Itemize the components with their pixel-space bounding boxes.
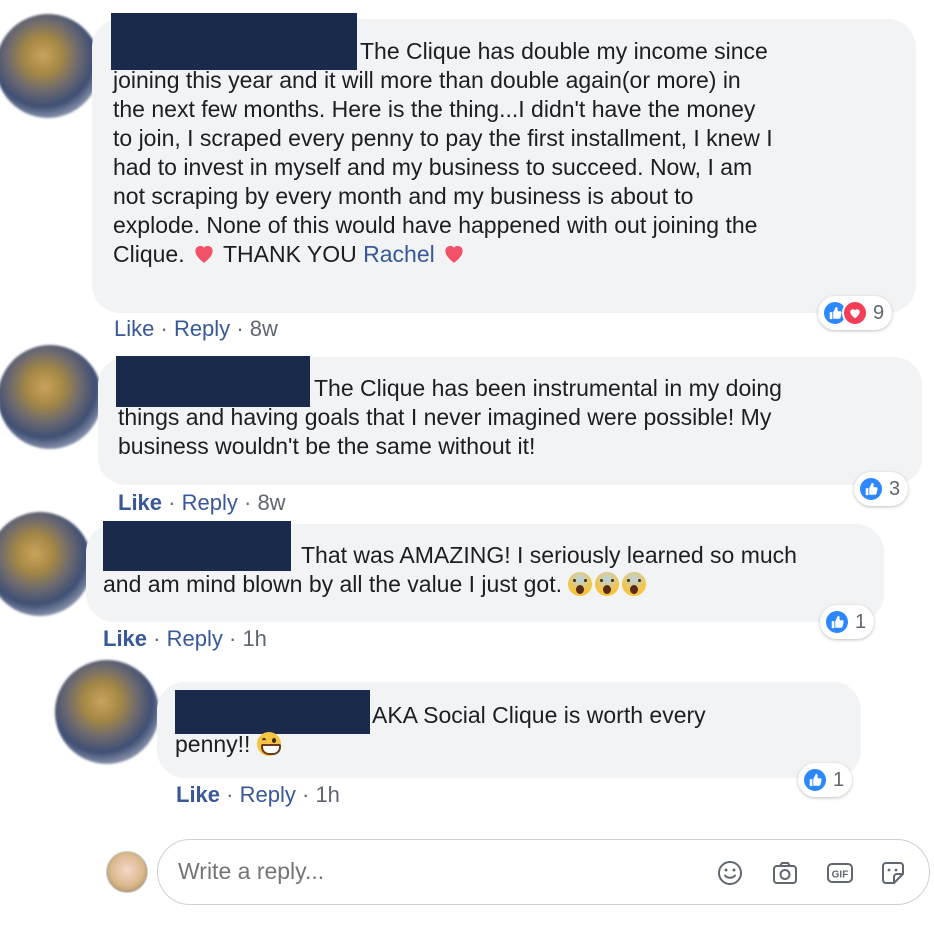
reaction-count: 1 xyxy=(855,610,867,633)
timestamp[interactable]: 8w xyxy=(257,490,285,515)
like-link[interactable]: Like xyxy=(118,490,162,515)
like-reaction-icon xyxy=(824,609,850,635)
reaction-summary[interactable]: 1 xyxy=(798,763,853,797)
mention-link[interactable]: Rachel xyxy=(363,241,435,267)
heart-emoji-icon xyxy=(195,245,213,263)
timestamp[interactable]: 1h xyxy=(315,782,339,807)
reply-link[interactable]: Reply xyxy=(174,316,230,341)
scream-emoji-icon xyxy=(568,572,593,596)
reply-link[interactable]: Reply xyxy=(182,490,238,515)
timestamp[interactable]: 8w xyxy=(250,316,278,341)
scream-emoji-icon xyxy=(595,572,620,596)
svg-text:GIF: GIF xyxy=(832,870,849,881)
comment-actions: Like · Reply · 8w xyxy=(118,490,286,515)
timestamp[interactable]: 1h xyxy=(242,626,266,651)
reply-link[interactable]: Reply xyxy=(240,782,296,807)
love-reaction-icon xyxy=(842,300,868,326)
reaction-summary[interactable]: 1 xyxy=(820,605,875,639)
reply-link[interactable]: Reply xyxy=(167,626,223,651)
reply-composer[interactable]: GIF xyxy=(157,839,930,905)
gif-icon[interactable]: GIF xyxy=(823,856,857,890)
grin-emoji-icon xyxy=(256,732,281,756)
comment-actions: Like · Reply · 8w xyxy=(114,316,278,341)
reaction-count: 3 xyxy=(889,477,901,500)
comment-text: The Clique has double my income since jo… xyxy=(113,38,773,267)
reply-input[interactable] xyxy=(178,858,678,885)
like-link[interactable]: Like xyxy=(176,782,220,807)
current-user-avatar xyxy=(106,851,148,893)
like-reaction-icon xyxy=(802,767,828,793)
reaction-summary[interactable]: 9 xyxy=(818,296,893,330)
reaction-count: 9 xyxy=(873,301,885,324)
camera-icon[interactable] xyxy=(768,856,802,890)
sticker-icon[interactable] xyxy=(876,856,910,890)
comment-actions: Like · Reply · 1h xyxy=(176,782,340,807)
commenter-avatar[interactable] xyxy=(0,345,102,449)
heart-emoji-icon xyxy=(445,245,463,263)
comment-text: AKA Social Clique is worth every penny!! xyxy=(175,702,706,757)
like-reaction-icon xyxy=(858,476,884,502)
commenter-avatar[interactable] xyxy=(0,512,92,616)
like-link[interactable]: Like xyxy=(114,316,154,341)
comment-text: The Clique has been instrumental in my d… xyxy=(118,375,782,459)
commenter-avatar[interactable] xyxy=(55,660,159,764)
reaction-count: 1 xyxy=(833,768,845,791)
emoji-icon[interactable] xyxy=(713,856,747,890)
like-link[interactable]: Like xyxy=(103,626,147,651)
scream-emoji-icon xyxy=(622,572,647,596)
reaction-summary[interactable]: 3 xyxy=(854,472,909,506)
comment-text: That was AMAZING! I seriously learned so… xyxy=(103,542,797,597)
comment-actions: Like · Reply · 1h xyxy=(103,626,267,651)
commenter-avatar[interactable] xyxy=(0,14,100,118)
